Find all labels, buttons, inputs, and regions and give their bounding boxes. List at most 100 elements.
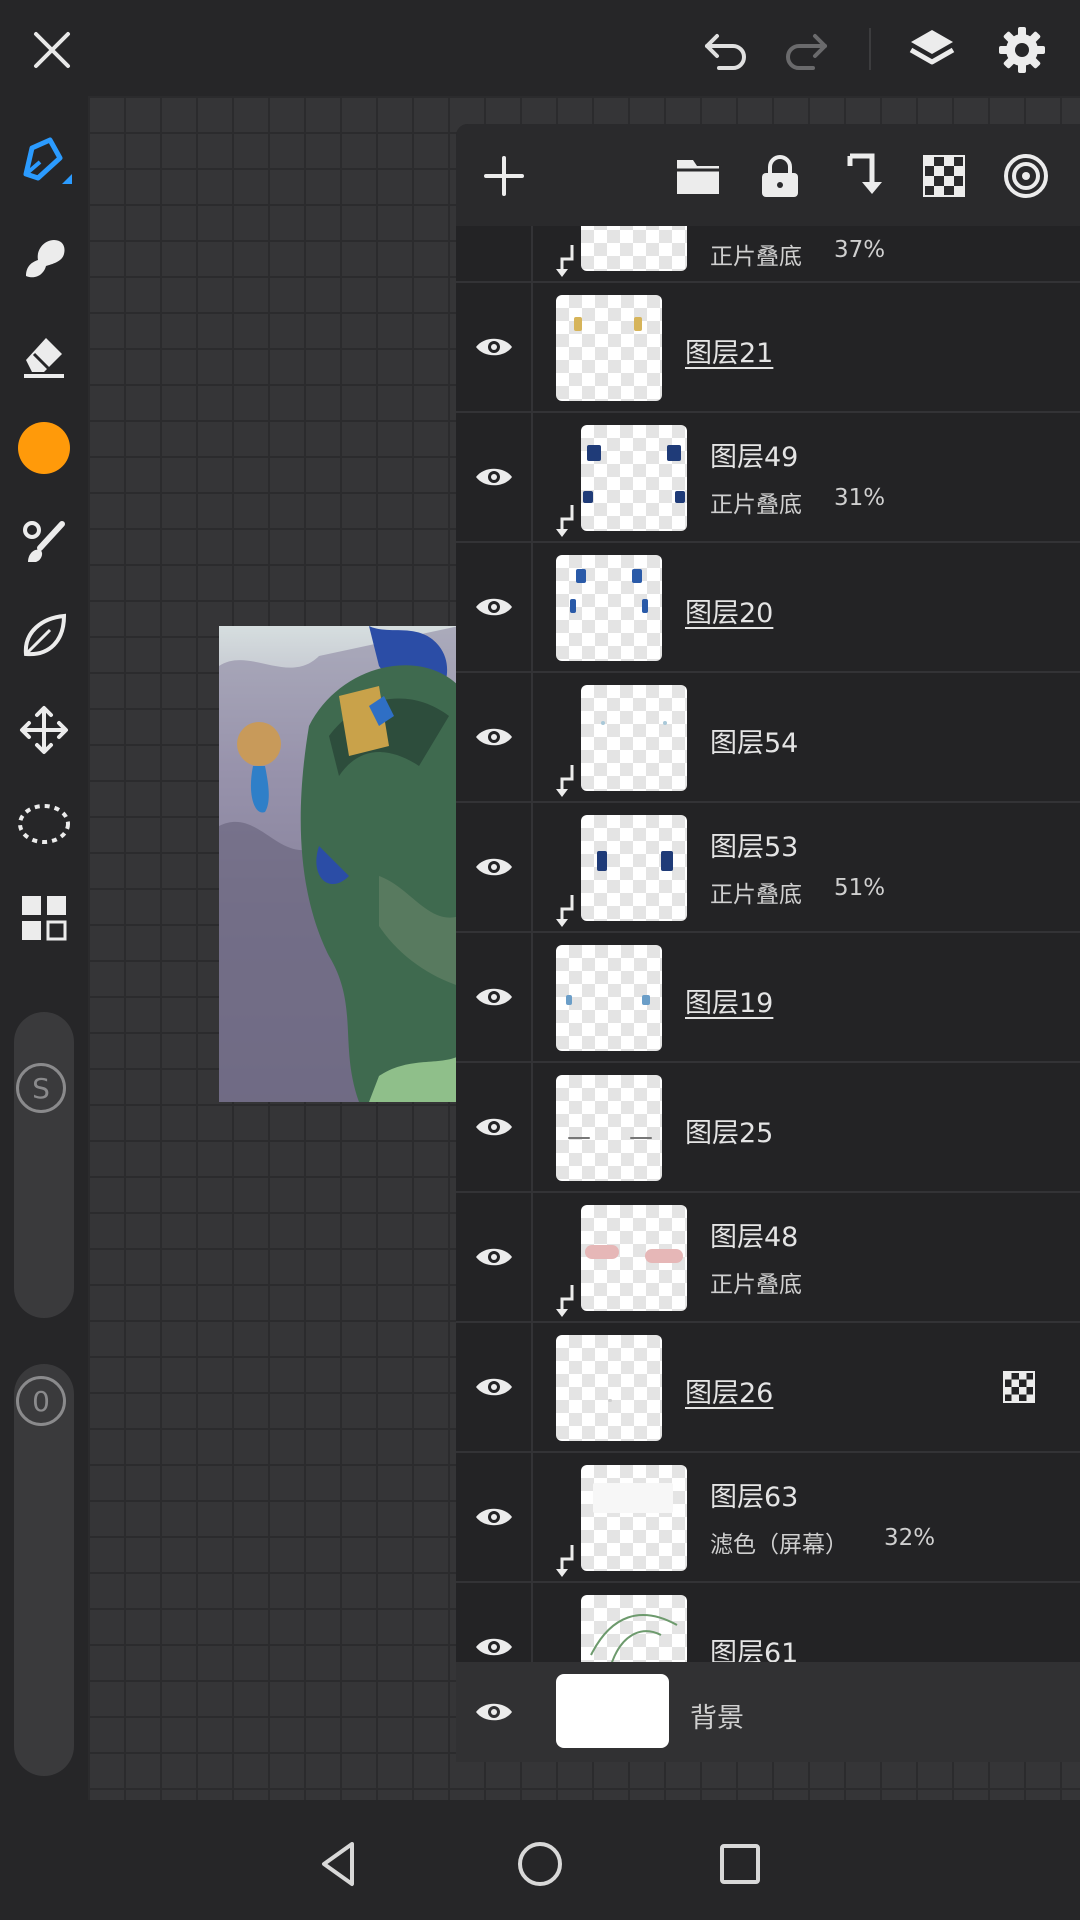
visibility-toggle[interactable] bbox=[456, 1662, 531, 1762]
color-swatch-circle bbox=[18, 422, 70, 474]
clip-icon[interactable] bbox=[834, 148, 890, 204]
smudge-tool-icon[interactable] bbox=[14, 228, 74, 288]
clip-arrow-icon bbox=[556, 245, 574, 277]
layer-blend-mode: 正片叠底 bbox=[710, 244, 802, 270]
layer-thumbnail bbox=[581, 1595, 687, 1662]
layer-blend-mode: 滤色（屏幕） bbox=[710, 1532, 848, 1558]
layer-opacity: 37% bbox=[834, 237, 886, 263]
layer-thumbnail bbox=[556, 1335, 662, 1441]
redo-icon[interactable] bbox=[776, 22, 836, 78]
layer-row[interactable]: 图层53 正片叠底 51% bbox=[456, 803, 1080, 933]
visibility-toggle[interactable] bbox=[456, 226, 533, 281]
layer-thumbnail bbox=[581, 815, 687, 921]
recents-icon[interactable] bbox=[712, 1836, 768, 1892]
layer-name: 图层21 bbox=[685, 338, 774, 369]
visibility-toggle[interactable] bbox=[456, 673, 533, 801]
layer-row[interactable]: 图层49 正片叠底 31% bbox=[456, 413, 1080, 543]
layer-row[interactable]: 图层63 滤色（屏幕） 32% bbox=[456, 1453, 1080, 1583]
layer-thumbnail bbox=[581, 226, 687, 271]
lasso-icon[interactable] bbox=[14, 794, 74, 854]
visibility-toggle[interactable] bbox=[456, 1583, 533, 1662]
brush-size-slider[interactable] bbox=[14, 1012, 74, 1318]
layer-panel-toolbar bbox=[456, 124, 1080, 226]
clip-arrow-icon bbox=[556, 505, 574, 537]
target-icon[interactable] bbox=[998, 148, 1054, 204]
home-icon[interactable] bbox=[512, 1836, 568, 1892]
layer-name: 图层19 bbox=[685, 988, 774, 1019]
background-thumbnail bbox=[556, 1674, 669, 1748]
grid-icon[interactable] bbox=[14, 888, 74, 948]
size-indicator: S bbox=[16, 1063, 66, 1113]
undo-icon[interactable] bbox=[696, 22, 756, 78]
layer-blend-mode: 正片叠底 bbox=[710, 492, 802, 518]
transparency-icon[interactable] bbox=[916, 148, 972, 204]
layer-thumbnail bbox=[556, 555, 662, 661]
background-layer-name: 背景 bbox=[690, 1703, 744, 1734]
add-layer-icon[interactable] bbox=[476, 148, 532, 204]
layer-name: 图层54 bbox=[710, 728, 799, 759]
layer-row[interactable]: 图层19 bbox=[456, 933, 1080, 1063]
layer-name: 图层61 bbox=[710, 1638, 799, 1662]
layer-opacity: 31% bbox=[834, 485, 886, 511]
visibility-toggle[interactable] bbox=[456, 413, 533, 541]
back-icon[interactable] bbox=[312, 1836, 368, 1892]
layer-thumbnail bbox=[581, 685, 687, 791]
visibility-toggle[interactable] bbox=[456, 933, 533, 1061]
leaf-icon[interactable] bbox=[14, 606, 74, 666]
layer-thumbnail bbox=[556, 295, 662, 401]
layer-thumbnail bbox=[556, 945, 662, 1051]
layer-thumbnail bbox=[556, 1075, 662, 1181]
eraser-icon[interactable] bbox=[14, 324, 74, 384]
layer-row[interactable]: 图层26 bbox=[456, 1323, 1080, 1453]
brush-settings-icon[interactable] bbox=[14, 512, 74, 572]
layer-row[interactable]: 图层61 bbox=[456, 1583, 1080, 1662]
background-layer-row[interactable]: 背景 bbox=[456, 1662, 1080, 1762]
close-icon[interactable] bbox=[24, 22, 80, 78]
layer-opacity: 51% bbox=[834, 875, 886, 901]
visibility-toggle[interactable] bbox=[456, 543, 533, 671]
layer-row[interactable]: 正片叠底 37% bbox=[456, 226, 1080, 283]
layer-blend-mode: 正片叠底 bbox=[710, 882, 802, 908]
layer-name: 图层48 bbox=[710, 1222, 799, 1253]
folder-icon[interactable] bbox=[670, 148, 726, 204]
alpha-lock-icon[interactable] bbox=[1003, 1371, 1035, 1403]
layer-name: 图层25 bbox=[685, 1118, 774, 1149]
clip-arrow-icon bbox=[556, 765, 574, 797]
layer-name: 图层26 bbox=[685, 1378, 774, 1409]
layer-panel: 正片叠底 37% 图层21 图层49 正片叠底 31% 图层20 图层54 图层… bbox=[456, 124, 1080, 1762]
visibility-toggle[interactable] bbox=[456, 1193, 533, 1321]
opacity-indicator: 0 bbox=[16, 1376, 66, 1426]
move-icon[interactable] bbox=[14, 700, 74, 760]
gear-icon[interactable] bbox=[992, 20, 1052, 80]
layer-row[interactable]: 图层54 bbox=[456, 673, 1080, 803]
layer-thumbnail bbox=[581, 1465, 687, 1571]
visibility-toggle[interactable] bbox=[456, 1323, 533, 1451]
lock-icon[interactable] bbox=[752, 148, 808, 204]
layer-name: 图层63 bbox=[710, 1482, 799, 1513]
toolbar-divider bbox=[869, 28, 871, 70]
layer-list[interactable]: 正片叠底 37% 图层21 图层49 正片叠底 31% 图层20 图层54 图层… bbox=[456, 226, 1080, 1662]
top-toolbar bbox=[0, 0, 1080, 96]
system-navbar bbox=[0, 1800, 1080, 1920]
layer-opacity: 32% bbox=[884, 1525, 936, 1551]
tool-sidebar: S 0 bbox=[0, 96, 88, 1800]
pen-tool-icon[interactable] bbox=[14, 132, 74, 192]
layer-row[interactable]: 图层20 bbox=[456, 543, 1080, 673]
visibility-toggle[interactable] bbox=[456, 1063, 533, 1191]
layer-row[interactable]: 图层48 正片叠底 bbox=[456, 1193, 1080, 1323]
visibility-toggle[interactable] bbox=[456, 1453, 533, 1581]
artwork-image bbox=[219, 626, 459, 1102]
layer-thumbnail bbox=[581, 1205, 687, 1311]
layer-thumbnail bbox=[581, 425, 687, 531]
visibility-toggle[interactable] bbox=[456, 803, 533, 931]
layer-row[interactable]: 图层21 bbox=[456, 283, 1080, 413]
color-swatch[interactable] bbox=[14, 418, 74, 478]
layer-name: 图层20 bbox=[685, 598, 774, 629]
clip-arrow-icon bbox=[556, 1545, 574, 1577]
layers-icon[interactable] bbox=[902, 20, 962, 80]
layer-name: 图层49 bbox=[710, 442, 799, 473]
visibility-toggle[interactable] bbox=[456, 283, 533, 411]
clip-arrow-icon bbox=[556, 895, 574, 927]
layer-blend-mode: 正片叠底 bbox=[710, 1272, 802, 1298]
layer-row[interactable]: 图层25 bbox=[456, 1063, 1080, 1193]
